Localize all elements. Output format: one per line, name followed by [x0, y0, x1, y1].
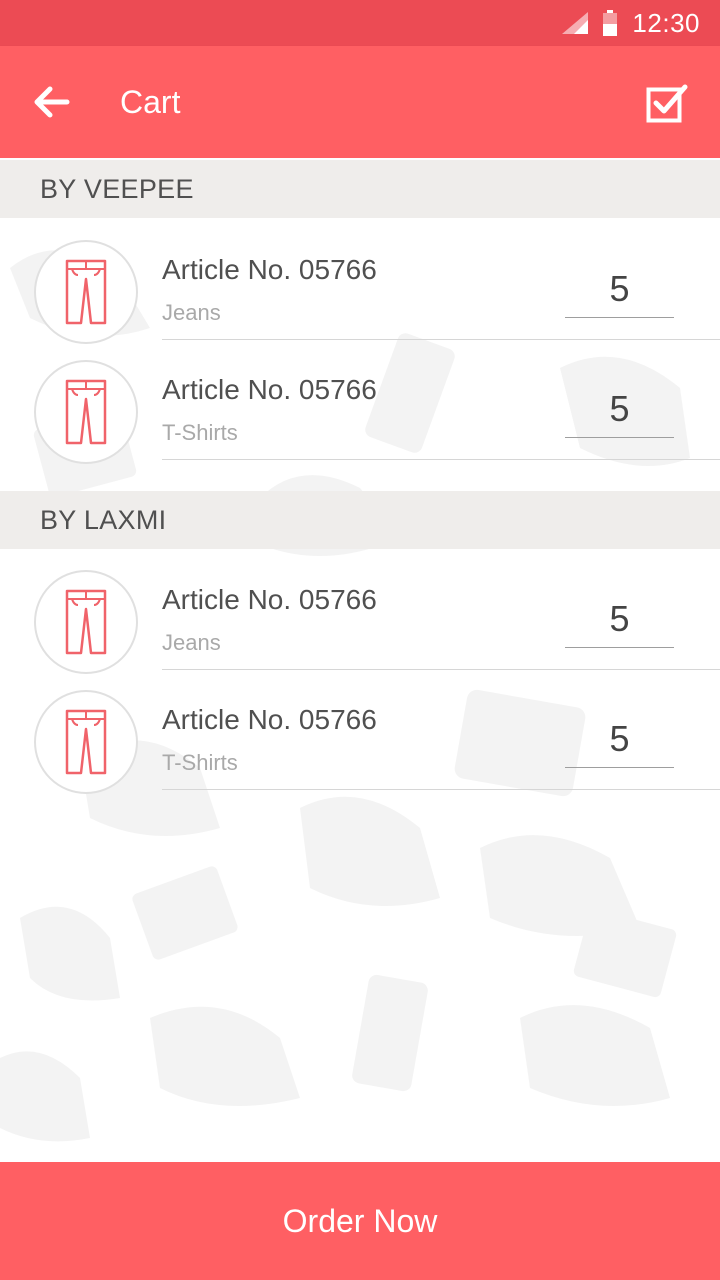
- app-bar: Cart: [0, 46, 720, 158]
- item-avatar: [34, 360, 138, 464]
- item-avatar: [34, 570, 138, 674]
- page-title: Cart: [120, 84, 181, 120]
- quantity-field[interactable]: 5: [565, 268, 674, 318]
- item-title: Article No. 05766: [162, 254, 377, 285]
- cart-item[interactable]: Article No. 05766 Jeans 5: [0, 548, 720, 674]
- cart-item[interactable]: Article No. 05766 Jeans 5: [0, 218, 720, 344]
- back-arrow-icon: [34, 86, 70, 118]
- item-category: Jeans: [162, 630, 221, 655]
- section-header-laxmi: BY LAXMI: [0, 491, 720, 549]
- signal-icon: [562, 12, 589, 34]
- pants-icon: [65, 589, 107, 655]
- quantity-field[interactable]: 5: [565, 718, 674, 768]
- divider: [162, 459, 720, 460]
- confirm-button[interactable]: [646, 83, 688, 123]
- quantity-field[interactable]: 5: [565, 598, 674, 648]
- quantity-field[interactable]: 5: [565, 388, 674, 438]
- item-category: Jeans: [162, 300, 221, 325]
- section-header-veepee: BY VEEPEE: [0, 160, 720, 218]
- status-bar: 12:30: [0, 0, 720, 46]
- item-title: Article No. 05766: [162, 374, 377, 405]
- item-title: Article No. 05766: [162, 584, 377, 615]
- battery-icon: [603, 10, 618, 36]
- item-category: T-Shirts: [162, 420, 238, 445]
- cart-item[interactable]: Article No. 05766 T-Shirts 5: [0, 668, 720, 794]
- item-avatar: [34, 240, 138, 344]
- back-button[interactable]: [34, 86, 70, 118]
- divider: [162, 789, 720, 790]
- status-time: 12:30: [632, 7, 700, 38]
- pants-icon: [65, 709, 107, 775]
- item-avatar: [34, 690, 138, 794]
- cart-content: BY VEEPEE Article No. 05766 Jeans 5 Arti…: [0, 158, 720, 1162]
- order-now-button[interactable]: Order Now: [0, 1162, 720, 1280]
- check-box-icon: [646, 84, 688, 123]
- pants-icon: [65, 259, 107, 325]
- pants-icon: [65, 379, 107, 445]
- cart-item[interactable]: Article No. 05766 T-Shirts 5: [0, 338, 720, 464]
- item-category: T-Shirts: [162, 750, 238, 775]
- item-title: Article No. 05766: [162, 704, 377, 735]
